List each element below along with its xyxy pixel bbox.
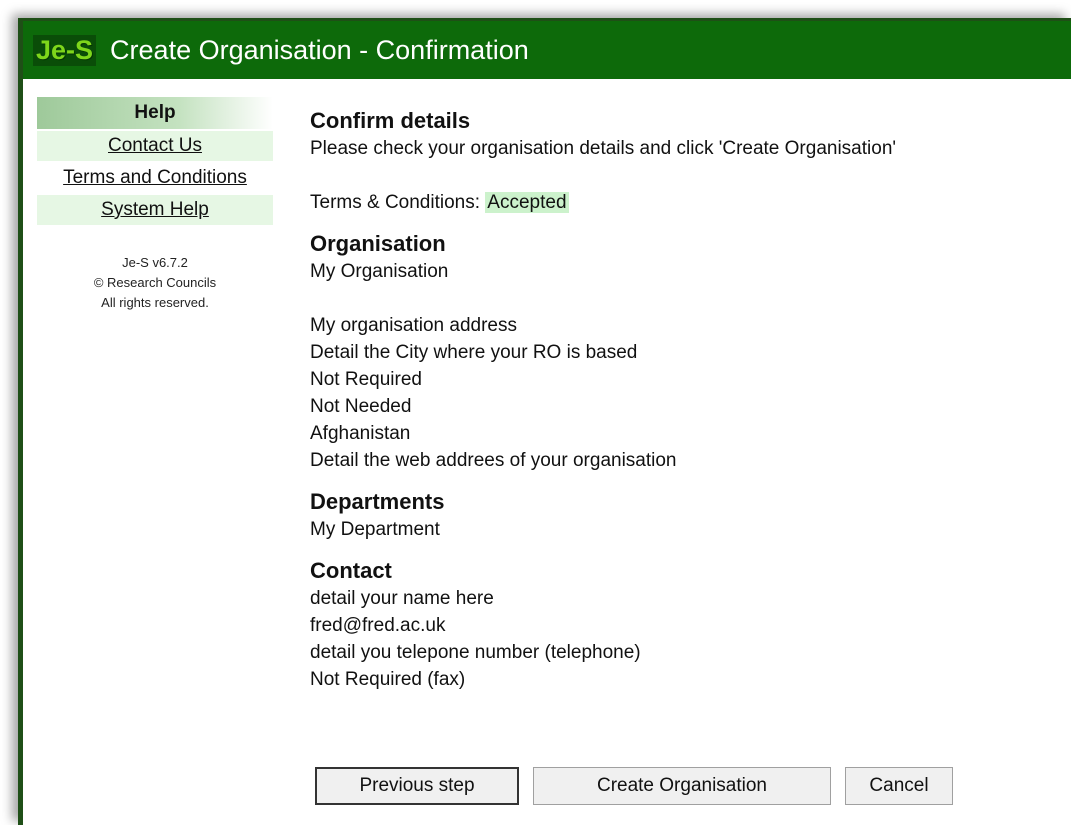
address-line: Not Needed bbox=[310, 396, 412, 417]
country-line: Afghanistan bbox=[310, 423, 411, 444]
main-content: Confirm details Please check your organi… bbox=[310, 107, 1060, 693]
contact-us-link[interactable]: Contact Us bbox=[37, 131, 273, 161]
organisation-name: My Organisation bbox=[310, 261, 449, 282]
website-line: Detail the web addrees of your organisat… bbox=[310, 450, 677, 471]
confirm-heading: Confirm details bbox=[310, 108, 471, 133]
contact-telephone: detail you telepone number (telephone) bbox=[310, 642, 641, 663]
terms-label: Terms & Conditions: bbox=[310, 192, 486, 213]
address-line: Not Required bbox=[310, 369, 422, 390]
contact-email: fred@fred.ac.uk bbox=[310, 615, 446, 636]
departments-heading: Departments bbox=[310, 489, 445, 514]
sidebar: Help Contact Us Terms and Conditions Sys… bbox=[37, 97, 273, 313]
version-info: Je-S v6.7.2 © Research Councils All righ… bbox=[37, 253, 273, 313]
title-bar: Je-S Create Organisation - Confirmation bbox=[23, 21, 1071, 79]
je-s-logo: Je-S bbox=[33, 34, 97, 66]
city-line: Detail the City where your RO is based bbox=[310, 342, 638, 363]
create-organisation-button[interactable]: Create Organisation bbox=[533, 767, 831, 805]
cancel-button[interactable]: Cancel bbox=[845, 767, 953, 805]
contact-fax: Not Required (fax) bbox=[310, 669, 466, 690]
terms-row: Terms & Conditions: Accepted bbox=[310, 189, 1060, 216]
department-item: My Department bbox=[310, 519, 440, 540]
system-help-link[interactable]: System Help bbox=[37, 195, 273, 225]
rights-reserved: All rights reserved. bbox=[101, 295, 209, 310]
address-line: My organisation address bbox=[310, 315, 517, 336]
button-bar: Previous step Create Organisation Cancel bbox=[315, 767, 953, 805]
help-heading: Help bbox=[37, 97, 273, 129]
contact-name: detail your name here bbox=[310, 588, 494, 609]
copyright: © Research Councils bbox=[93, 275, 217, 290]
terms-status-badge: Accepted bbox=[485, 192, 569, 213]
window: Je-S Create Organisation - Confirmation … bbox=[18, 18, 1071, 825]
window-title: Create Organisation - Confirmation bbox=[110, 34, 529, 65]
instruction-text: Please check your organisation details a… bbox=[310, 138, 897, 159]
terms-and-conditions-link[interactable]: Terms and Conditions bbox=[37, 163, 273, 193]
version-number: Je-S v6.7.2 bbox=[122, 255, 188, 270]
organisation-heading: Organisation bbox=[310, 231, 446, 256]
contact-heading: Contact bbox=[310, 558, 392, 583]
previous-step-button[interactable]: Previous step bbox=[315, 767, 519, 805]
